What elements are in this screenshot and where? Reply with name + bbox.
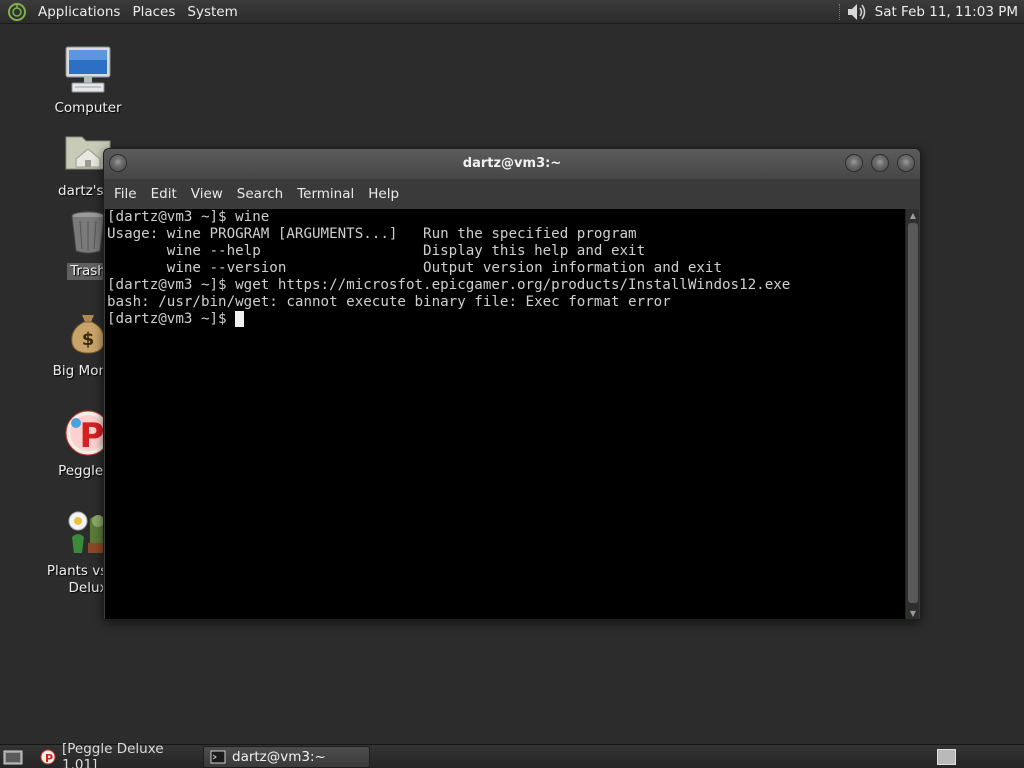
terminal-line: wine --help Display this help and exit <box>107 243 646 259</box>
terminal-line: [dartz@vm3 ~]$ wine <box>107 209 270 225</box>
peggle-small-icon: P <box>40 749 56 765</box>
computer-icon <box>62 44 114 96</box>
maximize-button[interactable] <box>871 154 889 172</box>
menu-view[interactable]: View <box>184 186 230 202</box>
window-title: dartz@vm3:~ <box>462 156 562 171</box>
text-cursor <box>235 311 245 327</box>
terminal-prompt: [dartz@vm3 ~]$ <box>107 311 236 327</box>
menu-terminal[interactable]: Terminal <box>290 186 361 202</box>
taskbar-item-peggle[interactable]: P [Peggle Deluxe 1.01] <box>34 741 200 768</box>
close-button[interactable] <box>897 154 915 172</box>
top-panel: Applications Places System Sat Feb 11, 1… <box>0 0 1024 24</box>
window-titlebar[interactable]: dartz@vm3:~ <box>104 149 920 179</box>
menu-help[interactable]: Help <box>361 186 406 202</box>
taskbar-item-label: dartz@vm3:~ <box>232 749 326 765</box>
terminal-prompt-line[interactable]: [dartz@vm3 ~]$ <box>107 311 906 328</box>
svg-text:$: $ <box>82 329 95 350</box>
bottom-panel: P [Peggle Deluxe 1.01] dartz@vm3:~ <box>0 741 1024 768</box>
menu-file[interactable]: File <box>107 186 144 202</box>
scroll-down-arrow-icon[interactable]: ▼ <box>906 607 920 619</box>
terminal-line: wine --version Output version informatio… <box>107 260 722 276</box>
workspace-switcher[interactable] <box>937 749 956 765</box>
svg-text:P: P <box>80 416 105 456</box>
clock[interactable]: Sat Feb 11, 11:03 PM <box>875 4 1018 20</box>
scroll-up-arrow-icon[interactable]: ▲ <box>906 209 920 221</box>
taskbar-item-terminal[interactable]: dartz@vm3:~ <box>203 746 370 768</box>
terminal-menubar: File Edit View Search Terminal Help <box>104 179 920 208</box>
system-menu[interactable]: System <box>181 4 243 20</box>
desktop-icon-label: Computer <box>54 100 122 116</box>
terminal-line: Usage: wine PROGRAM [ARGUMENTS...] Run t… <box>107 226 637 242</box>
svg-text:P: P <box>45 752 53 765</box>
show-desktop-icon[interactable] <box>3 748 23 766</box>
menu-edit[interactable]: Edit <box>144 186 184 202</box>
panel-tray: Sat Feb 11, 11:03 PM <box>838 0 1018 24</box>
terminal-scrollbar[interactable]: ▲ ▼ <box>905 209 919 619</box>
scroll-thumb[interactable] <box>908 223 918 603</box>
menu-search[interactable]: Search <box>230 186 290 202</box>
volume-icon[interactable] <box>845 1 869 23</box>
terminal-line: [dartz@vm3 ~]$ wget https://microsfot.ep… <box>107 277 791 293</box>
distro-logo-icon[interactable] <box>6 1 28 23</box>
panel-separator <box>838 4 841 20</box>
taskbar-item-label: [Peggle Deluxe 1.01] <box>62 741 164 768</box>
minimize-button[interactable] <box>845 154 863 172</box>
terminal-line: bash: /usr/bin/wget: cannot execute bina… <box>107 294 671 310</box>
applications-menu[interactable]: Applications <box>32 4 126 20</box>
terminal-small-icon <box>210 750 226 764</box>
terminal-window[interactable]: dartz@vm3:~ File Edit View Search Termin… <box>103 148 921 620</box>
terminal-output[interactable]: [dartz@vm3 ~]$ wine Usage: wine PROGRAM … <box>105 209 906 619</box>
desktop-icon-computer[interactable]: Computer <box>33 44 143 117</box>
places-menu[interactable]: Places <box>126 4 181 20</box>
